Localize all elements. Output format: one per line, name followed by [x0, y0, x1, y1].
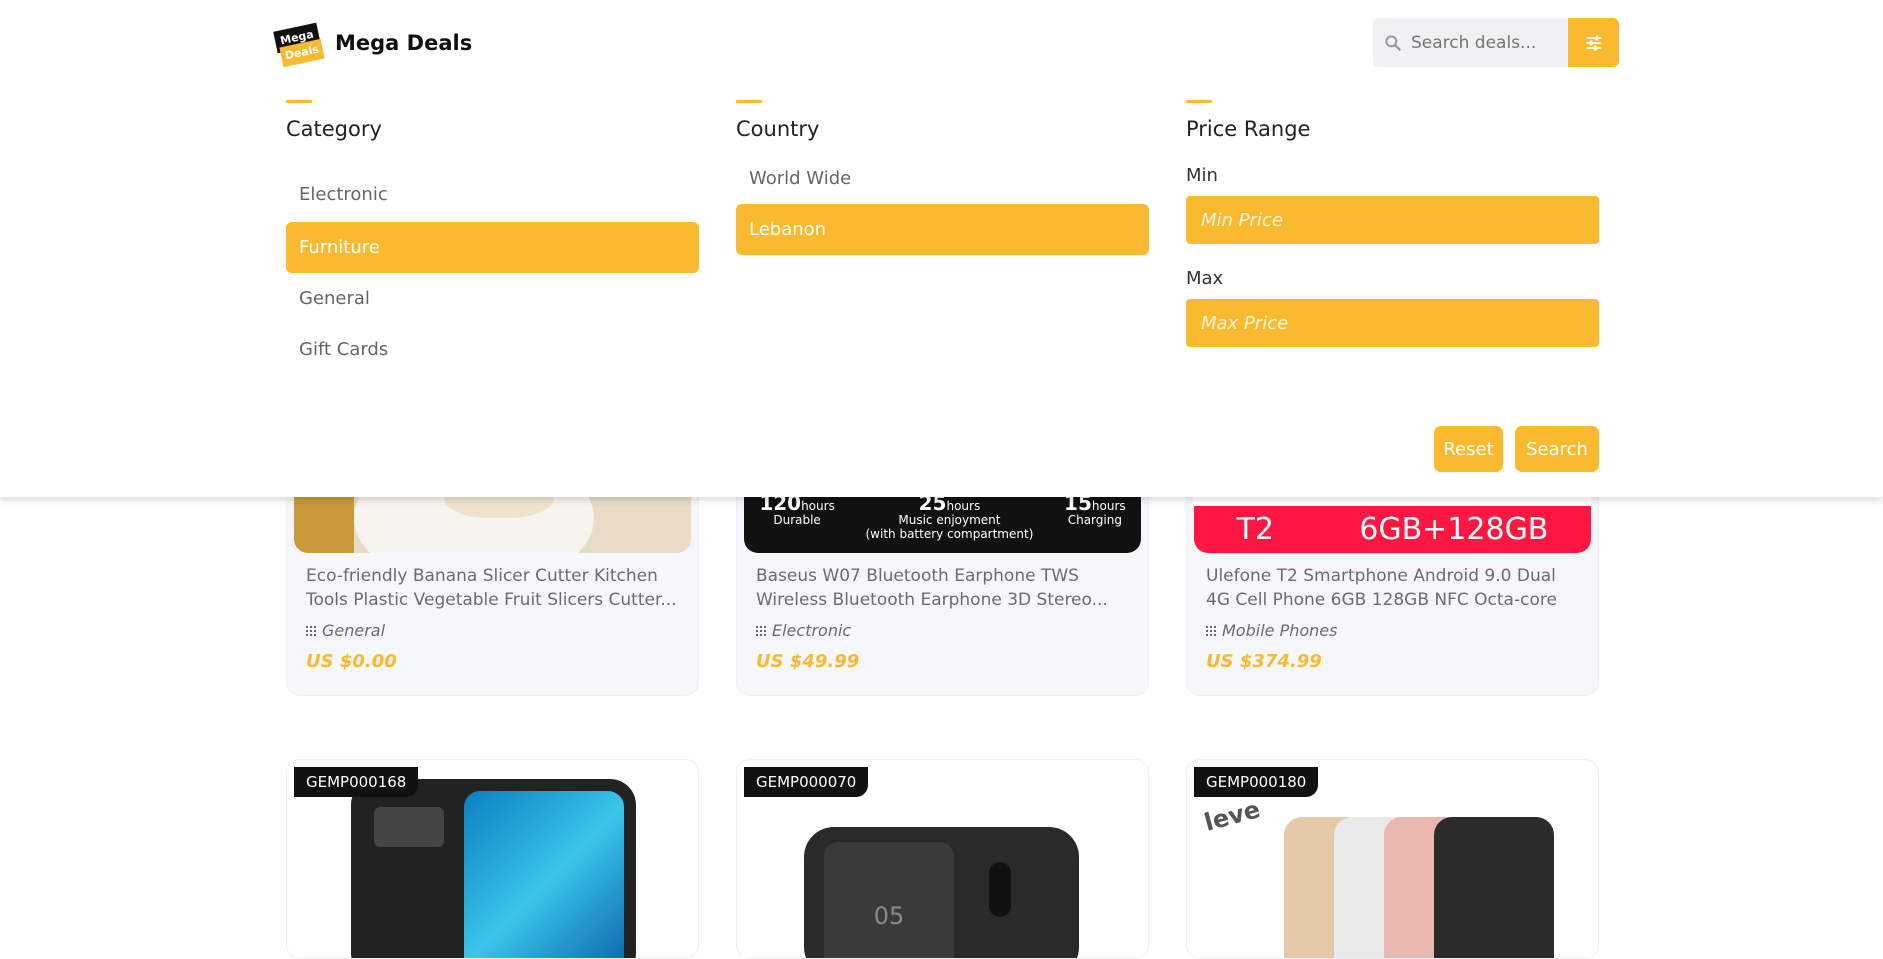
grid-icon: [1206, 625, 1216, 636]
product-card[interactable]: GEMP000180 leve: [1186, 759, 1599, 959]
brand-header[interactable]: Mega Deals Mega Deals: [273, 18, 472, 68]
product-code: GEMP000070: [744, 767, 869, 797]
min-label: Min: [1186, 165, 1218, 186]
product-price: US $0.00: [306, 651, 397, 672]
price-title: Price Range: [1186, 117, 1311, 141]
brand-name: Mega Deals: [335, 31, 473, 55]
product-card[interactable]: GEMP000070 05: [736, 759, 1149, 959]
country-item-lebanon[interactable]: Lebanon: [736, 204, 1149, 255]
search-input[interactable]: [1411, 32, 1561, 53]
country-title: Country: [736, 117, 820, 141]
grid-icon: [306, 625, 316, 636]
search-icon: [1385, 34, 1401, 51]
product-card[interactable]: GEMP000168: [286, 759, 699, 959]
section-accent: [1186, 100, 1212, 103]
reset-button[interactable]: Reset: [1434, 426, 1503, 472]
price-filter: Price Range Min Max: [1186, 100, 1599, 347]
product-title: Eco-friendly Banana Slicer Cutter Kitche…: [306, 566, 677, 610]
search-bar: [1373, 18, 1619, 67]
min-price-input[interactable]: [1186, 196, 1599, 244]
category-item-general[interactable]: General: [286, 273, 699, 324]
category-item-gift-cards[interactable]: Gift Cards: [286, 324, 699, 375]
product-category: Electronic: [756, 621, 851, 640]
product-price: US $374.99: [1206, 651, 1322, 672]
product-title: Ulefone T2 Smartphone Android 9.0 Dual 4…: [1206, 566, 1557, 610]
max-label: Max: [1186, 268, 1224, 289]
product-title: Baseus W07 Bluetooth Earphone TWS Wirele…: [756, 566, 1108, 610]
category-item-electronic[interactable]: Electronic: [286, 169, 699, 220]
product-price: US $49.99: [756, 651, 860, 672]
product-code: GEMP000168: [294, 767, 419, 797]
search-button[interactable]: Search: [1515, 426, 1599, 472]
product-category: Mobile Phones: [1206, 621, 1337, 640]
search-field: [1373, 18, 1568, 67]
logo: Mega Deals: [273, 21, 325, 68]
grid-icon: [756, 625, 766, 636]
sliders-icon: [1586, 35, 1601, 50]
category-title: Category: [286, 117, 382, 141]
country-filter: Country World Wide Lebanon: [736, 100, 1149, 255]
product-code: GEMP000180: [1194, 767, 1319, 797]
filter-toggle-button[interactable]: [1568, 18, 1619, 67]
product-category: General: [306, 621, 385, 640]
max-price-input[interactable]: [1186, 299, 1599, 347]
section-accent: [736, 100, 762, 103]
category-list-top-clip: [286, 141, 699, 169]
section-accent: [286, 100, 312, 103]
category-filter: Category Electronic Furniture General Gi…: [286, 100, 699, 375]
category-item-furniture[interactable]: Furniture: [286, 222, 699, 273]
country-item-world-wide[interactable]: World Wide: [736, 153, 1149, 204]
filter-panel: Mega Deals Mega Deals Category: [0, 0, 1883, 497]
